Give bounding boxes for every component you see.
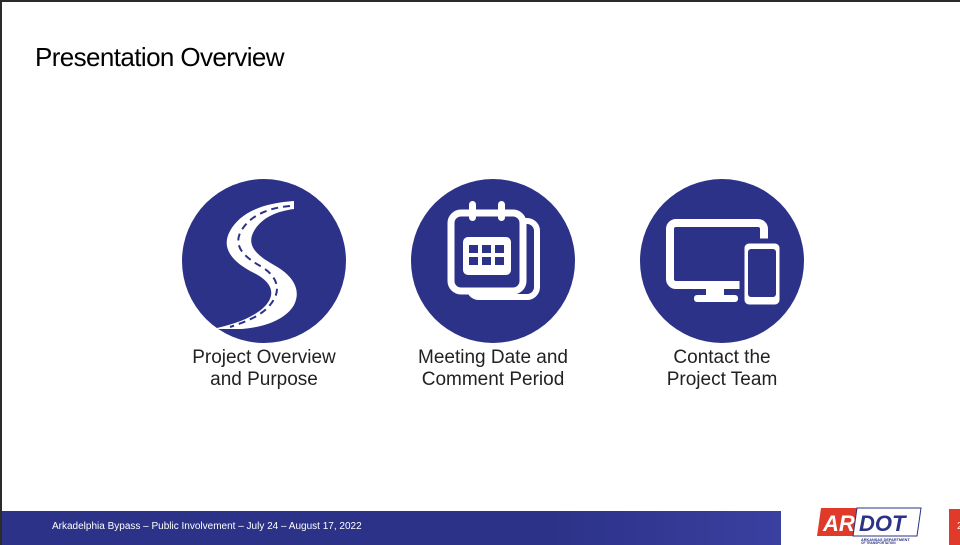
road-icon (212, 201, 297, 329)
item-label-line1: Meeting Date and (418, 347, 568, 368)
overview-item-meeting: Meeting Date and Comment Period (403, 179, 583, 391)
item-label-line2: and Purpose (210, 369, 318, 390)
calendar-icon (447, 201, 540, 300)
overview-item-contact: Contact the Project Team (632, 179, 812, 391)
svg-text:DOT: DOT (859, 511, 907, 536)
footer-text: Arkadelphia Bypass – Public Involvement … (52, 521, 362, 532)
item-label-line1: Project Overview (192, 347, 336, 368)
ardot-logo: AR DOT ARKANSAS DEPARTMENT OF TRANSPORTA… (817, 507, 922, 544)
overview-item-project: Project Overview and Purpose (174, 179, 354, 391)
item-label-line1: Contact the (673, 347, 771, 368)
item-label-meeting: Meeting Date and Comment Period (403, 347, 583, 391)
road-icon-circle (182, 179, 346, 343)
item-label-line2: Project Team (666, 369, 778, 390)
devices-icon (666, 219, 785, 310)
svg-text:AR: AR (822, 511, 855, 536)
svg-text:OF TRANSPORTATION: OF TRANSPORTATION (861, 541, 896, 544)
devices-icon-circle (640, 179, 804, 343)
item-label-contact: Contact the Project Team (632, 347, 812, 391)
slide-title: Presentation Overview (35, 42, 285, 72)
calendar-icon-circle (411, 179, 575, 343)
slide: Presentation Overview Project Overview a… (0, 0, 960, 545)
item-label-project: Project Overview and Purpose (174, 347, 354, 391)
item-label-line2: Comment Period (421, 369, 565, 390)
